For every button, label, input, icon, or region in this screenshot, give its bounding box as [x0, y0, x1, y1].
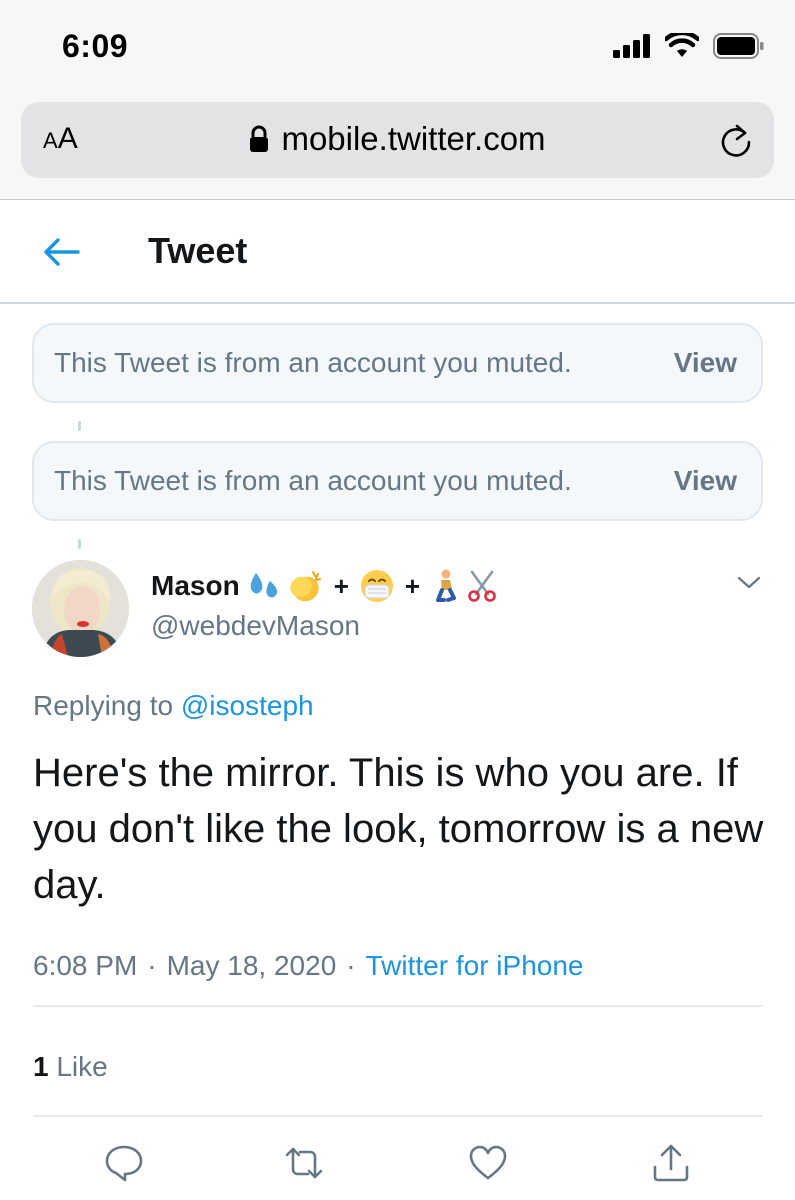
tweet-metadata: 6:08 PM · May 18, 2020 · Twitter for iPh… [33, 950, 583, 982]
reply-icon[interactable] [104, 1143, 144, 1183]
browser-bar: AA mobile.twitter.com [0, 98, 795, 200]
address-bar[interactable]: AA mobile.twitter.com [21, 102, 774, 178]
lock-icon [250, 125, 269, 152]
view-muted-button[interactable]: View [674, 347, 737, 379]
status-icons [613, 33, 765, 59]
meta-separator: · [147, 950, 157, 981]
thread-line [78, 539, 81, 549]
tweet-header: Tweet [0, 200, 795, 304]
status-time: 6:09 [62, 28, 129, 64]
thread-line [78, 421, 81, 431]
muted-notice-text: This Tweet is from an account you muted. [54, 465, 572, 496]
person-kneeling-emoji-icon [436, 569, 457, 602]
name-plus-sign: + [404, 570, 421, 601]
author-handle[interactable]: @webdevMason [151, 610, 360, 642]
muted-notice-text: This Tweet is from an account you muted. [54, 347, 572, 378]
clapping-hands-emoji-icon [289, 571, 321, 602]
sweat-droplets-emoji-icon [250, 573, 277, 598]
avatar[interactable] [32, 560, 129, 657]
replying-prefix: Replying to [33, 690, 174, 721]
page-title: Tweet [148, 230, 248, 271]
chevron-down-icon[interactable] [736, 572, 762, 592]
name-plus-sign: + [333, 570, 349, 601]
view-muted-button[interactable]: View [674, 465, 737, 497]
back-arrow-icon[interactable] [40, 232, 84, 272]
reload-icon[interactable] [716, 120, 756, 160]
status-bar: 6:09 [0, 0, 795, 98]
tweet-text: Here's the mirror. This is who you are. … [33, 751, 764, 907]
display-name: Mason [151, 570, 240, 601]
battery-icon [713, 33, 764, 59]
likes-row[interactable]: 1 Like [33, 1051, 108, 1083]
likes-count: 1 [33, 1051, 49, 1082]
like-icon[interactable] [468, 1143, 508, 1183]
muted-tweet-notice: This Tweet is from an account you muted.… [32, 441, 763, 521]
muted-tweet-notice: This Tweet is from an account you muted.… [32, 323, 763, 403]
face-with-mask-emoji-icon [360, 570, 393, 602]
replying-to: Replying to @isosteph [33, 690, 314, 722]
avatar-image [32, 560, 129, 657]
signal-icon [613, 34, 650, 58]
url-text: mobile.twitter.com [281, 120, 546, 157]
share-icon[interactable] [651, 1143, 691, 1183]
divider [33, 1115, 763, 1117]
author-name-row[interactable]: Mason + + [151, 568, 498, 604]
tweet-date: May 18, 2020 [166, 950, 337, 981]
likes-label: Like [56, 1051, 108, 1082]
reply-mention-link[interactable]: @isosteph [181, 690, 314, 721]
meta-separator: · [346, 950, 356, 981]
url-display[interactable]: mobile.twitter.com [21, 120, 774, 158]
retweet-icon[interactable] [284, 1143, 324, 1183]
divider [33, 1005, 763, 1007]
scissors-emoji-icon [468, 570, 496, 602]
tweet-time: 6:08 PM [33, 950, 138, 981]
wifi-icon [665, 33, 699, 57]
tweet-source-link[interactable]: Twitter for iPhone [366, 950, 584, 982]
